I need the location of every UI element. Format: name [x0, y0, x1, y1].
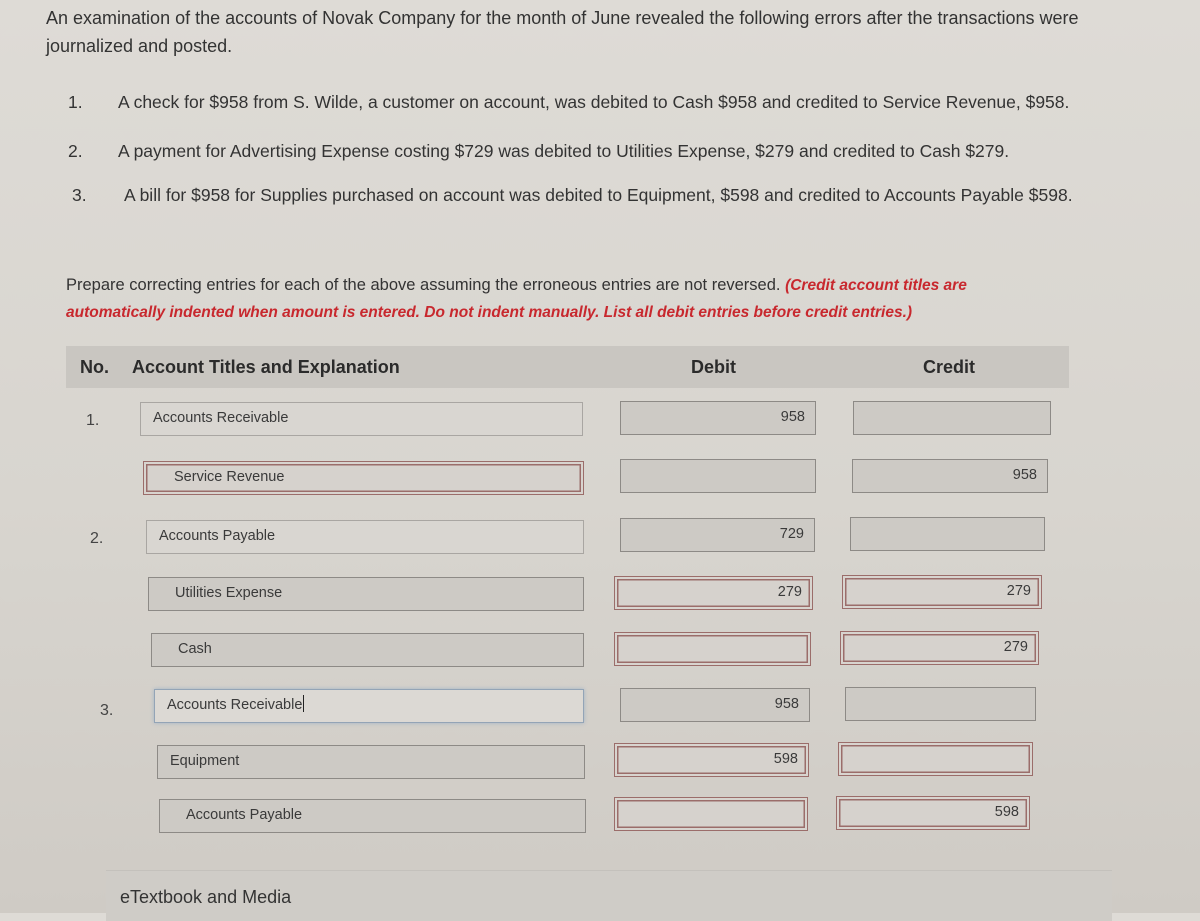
error-text: A payment for Advertising Expense costin… [118, 141, 1010, 161]
error-text: A check for $958 from S. Wilde, a custom… [118, 92, 1070, 112]
debit-input[interactable]: 729 [620, 518, 815, 552]
debit-input[interactable]: 598 [614, 743, 809, 777]
instructions-text: Prepare correcting entries for each of t… [66, 276, 786, 294]
account-title-input[interactable]: Cash [151, 633, 584, 667]
header-account: Account Titles and Explanation [132, 357, 400, 377]
entry-number: 2. [90, 530, 104, 547]
problem-intro: An examination of the accounts of Novak … [46, 8, 1079, 56]
credit-input[interactable] [838, 742, 1033, 776]
header-debit: Debit [691, 357, 736, 377]
credit-input[interactable] [853, 401, 1051, 435]
account-title-input[interactable]: Accounts Payable [146, 520, 584, 554]
instructions: Prepare correcting entries for each of t… [66, 272, 1066, 326]
entry-number: 3. [100, 702, 114, 719]
debit-input[interactable] [620, 459, 816, 493]
header-no: No. [80, 357, 109, 377]
credit-input[interactable]: 279 [840, 631, 1039, 665]
account-title-input[interactable]: Equipment [157, 745, 585, 779]
error-number: 1. [68, 92, 83, 112]
debit-input[interactable]: 958 [620, 401, 816, 435]
error-text: A bill for $958 for Supplies purchased o… [124, 185, 1073, 205]
error-number: 3. [72, 185, 87, 205]
debit-input[interactable]: 958 [620, 688, 810, 722]
account-title-input[interactable]: Accounts Receivable [140, 402, 583, 436]
credit-input[interactable] [845, 687, 1036, 721]
account-title-input[interactable]: Utilities Expense [148, 577, 584, 611]
error-number: 2. [68, 141, 83, 161]
credit-input[interactable]: 279 [842, 575, 1042, 609]
etextbook-media-label[interactable]: eTextbook and Media [120, 887, 291, 908]
account-title-input[interactable]: Service Revenue [143, 461, 584, 495]
credit-input[interactable]: 958 [852, 459, 1048, 493]
entry-number: 1. [86, 412, 100, 429]
journal-table-header: No. Account Titles and Explanation Debit… [66, 346, 1069, 388]
header-credit: Credit [923, 357, 976, 377]
debit-input[interactable] [614, 632, 811, 666]
account-title-input[interactable]: Accounts Payable [159, 799, 586, 833]
debit-input[interactable] [614, 797, 808, 831]
credit-input[interactable] [850, 517, 1045, 551]
credit-input[interactable]: 598 [836, 796, 1030, 830]
debit-input[interactable]: 279 [614, 576, 813, 610]
account-title-input[interactable]: Accounts Receivable [154, 689, 584, 723]
etextbook-media-panel[interactable]: eTextbook and Media [106, 870, 1112, 921]
text-cursor [303, 695, 305, 712]
